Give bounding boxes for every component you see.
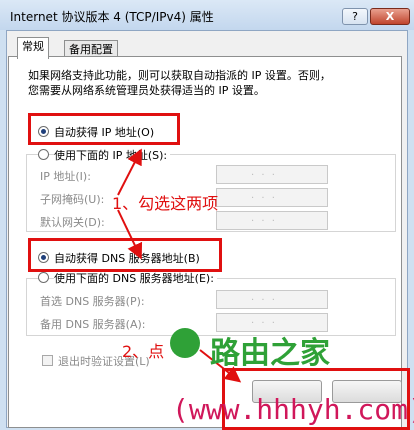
brand-logo-icon	[170, 328, 200, 358]
arrow-to-dns-auto	[117, 209, 143, 260]
watermark-brand: 路由之家	[210, 336, 330, 371]
tab-general[interactable]: 常规	[17, 37, 49, 59]
arrow-to-ip-auto	[117, 148, 142, 196]
watermark-url: (www.hhhyh.com)	[172, 393, 414, 426]
annotation-arrows	[117, 148, 242, 383]
